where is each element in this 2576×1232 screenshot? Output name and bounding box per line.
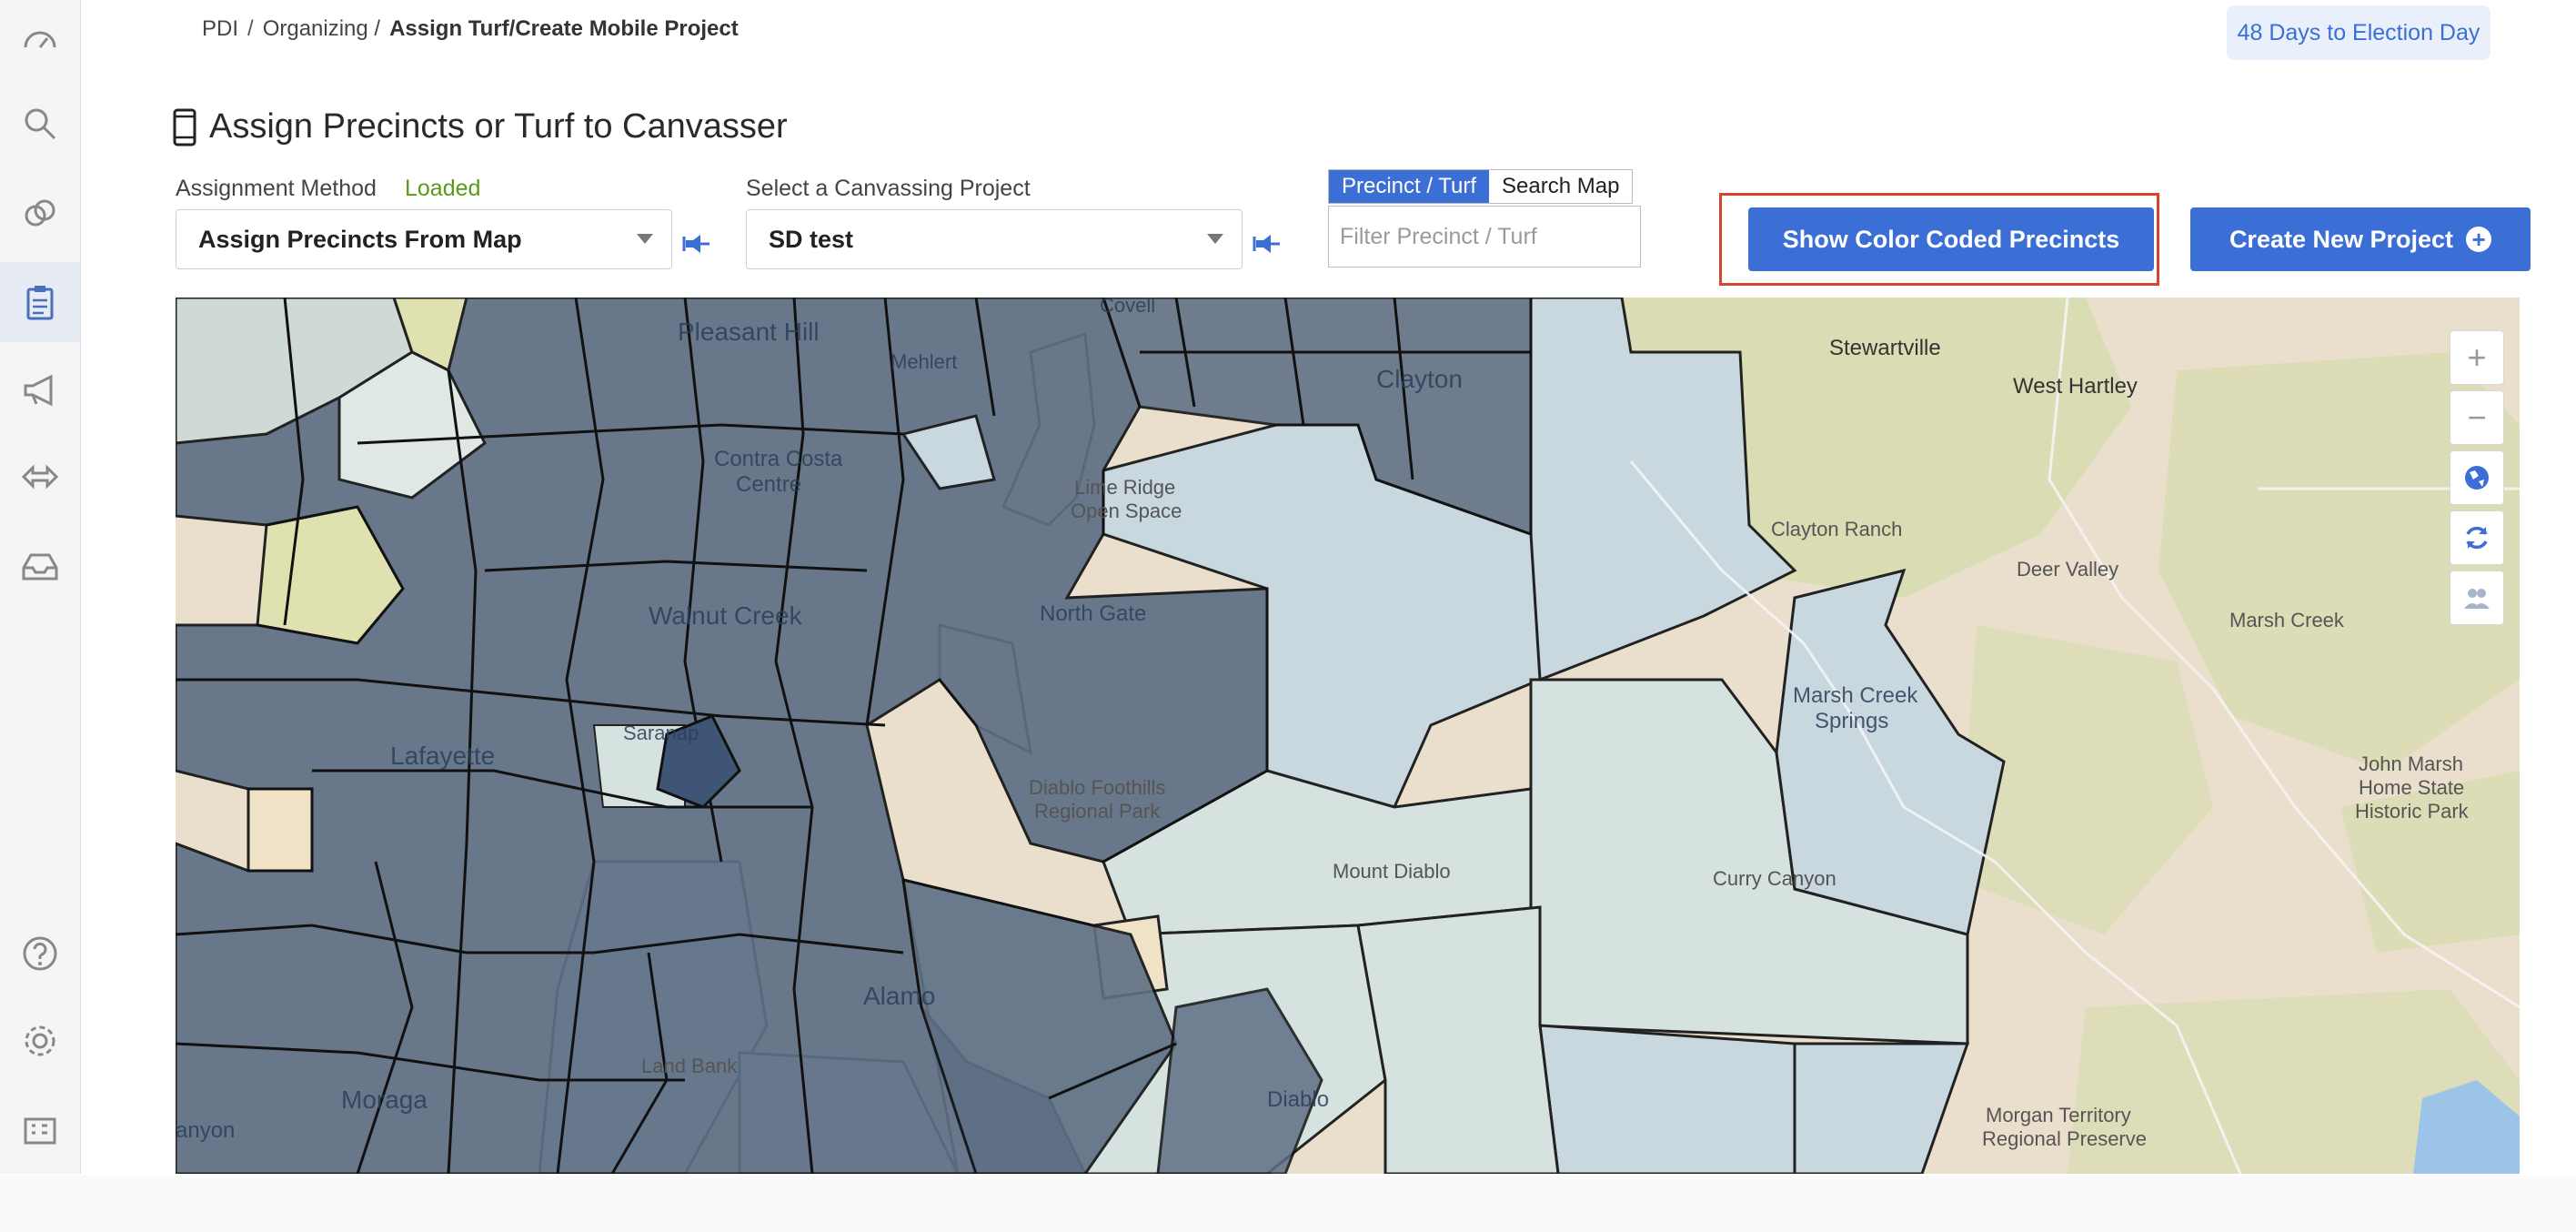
canvassing-project-value: SD test — [769, 225, 854, 253]
inbox-icon[interactable] — [0, 526, 80, 606]
map-label: Walnut Creek — [649, 601, 802, 630]
refresh-icon — [2466, 526, 2488, 550]
breadcrumb-separator: / — [247, 16, 254, 41]
globe-button[interactable] — [2450, 450, 2504, 505]
map-label: Marsh Creek — [2229, 609, 2344, 631]
map-label: Home State — [2359, 776, 2465, 799]
map-label: Lime Ridge — [1074, 476, 1176, 499]
map-label: Clayton Ranch — [1771, 518, 1903, 540]
map-label: Marsh Creek — [1793, 683, 1918, 708]
help-icon[interactable] — [0, 914, 80, 994]
show-color-coded-button[interactable]: Show Color Coded Precincts — [1748, 207, 2154, 271]
map-label: Land Bank — [641, 1055, 738, 1077]
page-footer-band — [0, 1176, 2576, 1232]
map-label: Mehlert — [891, 350, 958, 373]
clipboard-icon[interactable] — [0, 262, 80, 342]
precinct-map[interactable]: Pleasant Hill Covell Mehlert Contra Cost… — [176, 298, 2520, 1174]
map-label: Pleasant Hill — [678, 318, 820, 346]
map-label: Deer Valley — [2017, 558, 2119, 581]
map-label: Regional Park — [1034, 800, 1161, 823]
create-new-project-button[interactable]: Create New Project + — [2190, 207, 2531, 271]
map-label: Alamo — [863, 982, 936, 1010]
create-new-project-label: Create New Project — [2229, 225, 2454, 253]
chevron-down-icon — [1207, 234, 1223, 244]
search-mode-toggle: Precinct / Turf Search Map — [1328, 169, 1634, 204]
zoom-out-button[interactable]: − — [2450, 390, 2504, 445]
show-color-coded-label: Show Color Coded Precincts — [1782, 225, 2120, 253]
map-label: Diablo Foothills — [1029, 776, 1166, 799]
map-label: Stewartville — [1829, 336, 1941, 360]
map-label: Lafayette — [390, 742, 496, 770]
map-label: Curry Canyon — [1713, 867, 1836, 890]
map-canvas[interactable] — [176, 298, 2520, 1174]
left-nav-rail — [0, 0, 81, 1174]
page-title: Assign Precincts or Turf to Canvasser — [173, 107, 788, 146]
zoom-in-button[interactable]: + — [2450, 330, 2504, 385]
tab-search-map[interactable]: Search Map — [1489, 170, 1633, 203]
map-label: John Marsh — [2359, 752, 2463, 775]
refresh-button[interactable] — [2450, 510, 2504, 565]
breadcrumb: PDI / Organizing / Assign Turf/Create Mo… — [202, 16, 739, 42]
map-label: Saranap — [623, 722, 699, 744]
dashboard-icon[interactable] — [0, 0, 80, 80]
map-label: Springs — [1815, 709, 1889, 733]
plus-circle-icon: + — [2466, 227, 2492, 252]
map-label: Moraga — [341, 1086, 428, 1114]
page-title-text: Assign Precincts or Turf to Canvasser — [209, 107, 788, 146]
map-label: Open Space — [1071, 500, 1182, 522]
map-label: Clayton — [1376, 365, 1463, 393]
pin-icon[interactable] — [680, 229, 711, 260]
canvassing-project-label: Select a Canvassing Project — [746, 176, 1031, 201]
map-label: West Hartley — [2013, 374, 2138, 399]
megaphone-icon[interactable] — [0, 349, 80, 429]
breadcrumb-parent[interactable]: Organizing / — [263, 16, 380, 42]
map-label: Contra Costa — [714, 447, 843, 471]
election-countdown-badge: 48 Days to Election Day — [2227, 5, 2490, 60]
assignment-method-value: Assign Precincts From Map — [198, 225, 522, 253]
map-label: Mount Diablo — [1333, 860, 1451, 883]
mobile-phone-icon — [173, 108, 196, 146]
link-icon[interactable] — [0, 173, 80, 253]
tab-precinct-turf[interactable]: Precinct / Turf — [1329, 170, 1490, 203]
people-icon — [2464, 589, 2490, 609]
filter-precinct-input[interactable] — [1328, 206, 1641, 268]
search-icon[interactable] — [0, 84, 80, 164]
assignment-method-select[interactable]: Assign Precincts From Map — [176, 209, 672, 269]
map-label: Covell — [1100, 298, 1156, 317]
map-label: Centre — [736, 472, 802, 497]
map-label: anyon — [176, 1118, 236, 1143]
gear-icon[interactable] — [0, 1001, 80, 1081]
breadcrumb-root[interactable]: PDI — [202, 16, 238, 42]
loaded-status: Loaded — [405, 176, 481, 201]
pin-icon[interactable] — [1251, 229, 1282, 260]
map-label: North Gate — [1040, 601, 1147, 626]
map-label: Morgan Territory — [1986, 1104, 2131, 1126]
map-label: Regional Preserve — [1982, 1127, 2147, 1150]
assignment-method-label: Assignment Method — [176, 176, 377, 201]
breadcrumb-current: Assign Turf/Create Mobile Project — [389, 16, 739, 41]
globe-icon — [2465, 466, 2489, 490]
map-label: Diablo — [1267, 1087, 1330, 1112]
transfer-arrows-icon[interactable] — [0, 437, 80, 517]
people-button[interactable] — [2450, 571, 2504, 625]
building-icon[interactable] — [0, 1088, 80, 1168]
map-label: Historic Park — [2355, 800, 2469, 823]
canvassing-project-select[interactable]: SD test — [746, 209, 1243, 269]
chevron-down-icon — [637, 234, 653, 244]
